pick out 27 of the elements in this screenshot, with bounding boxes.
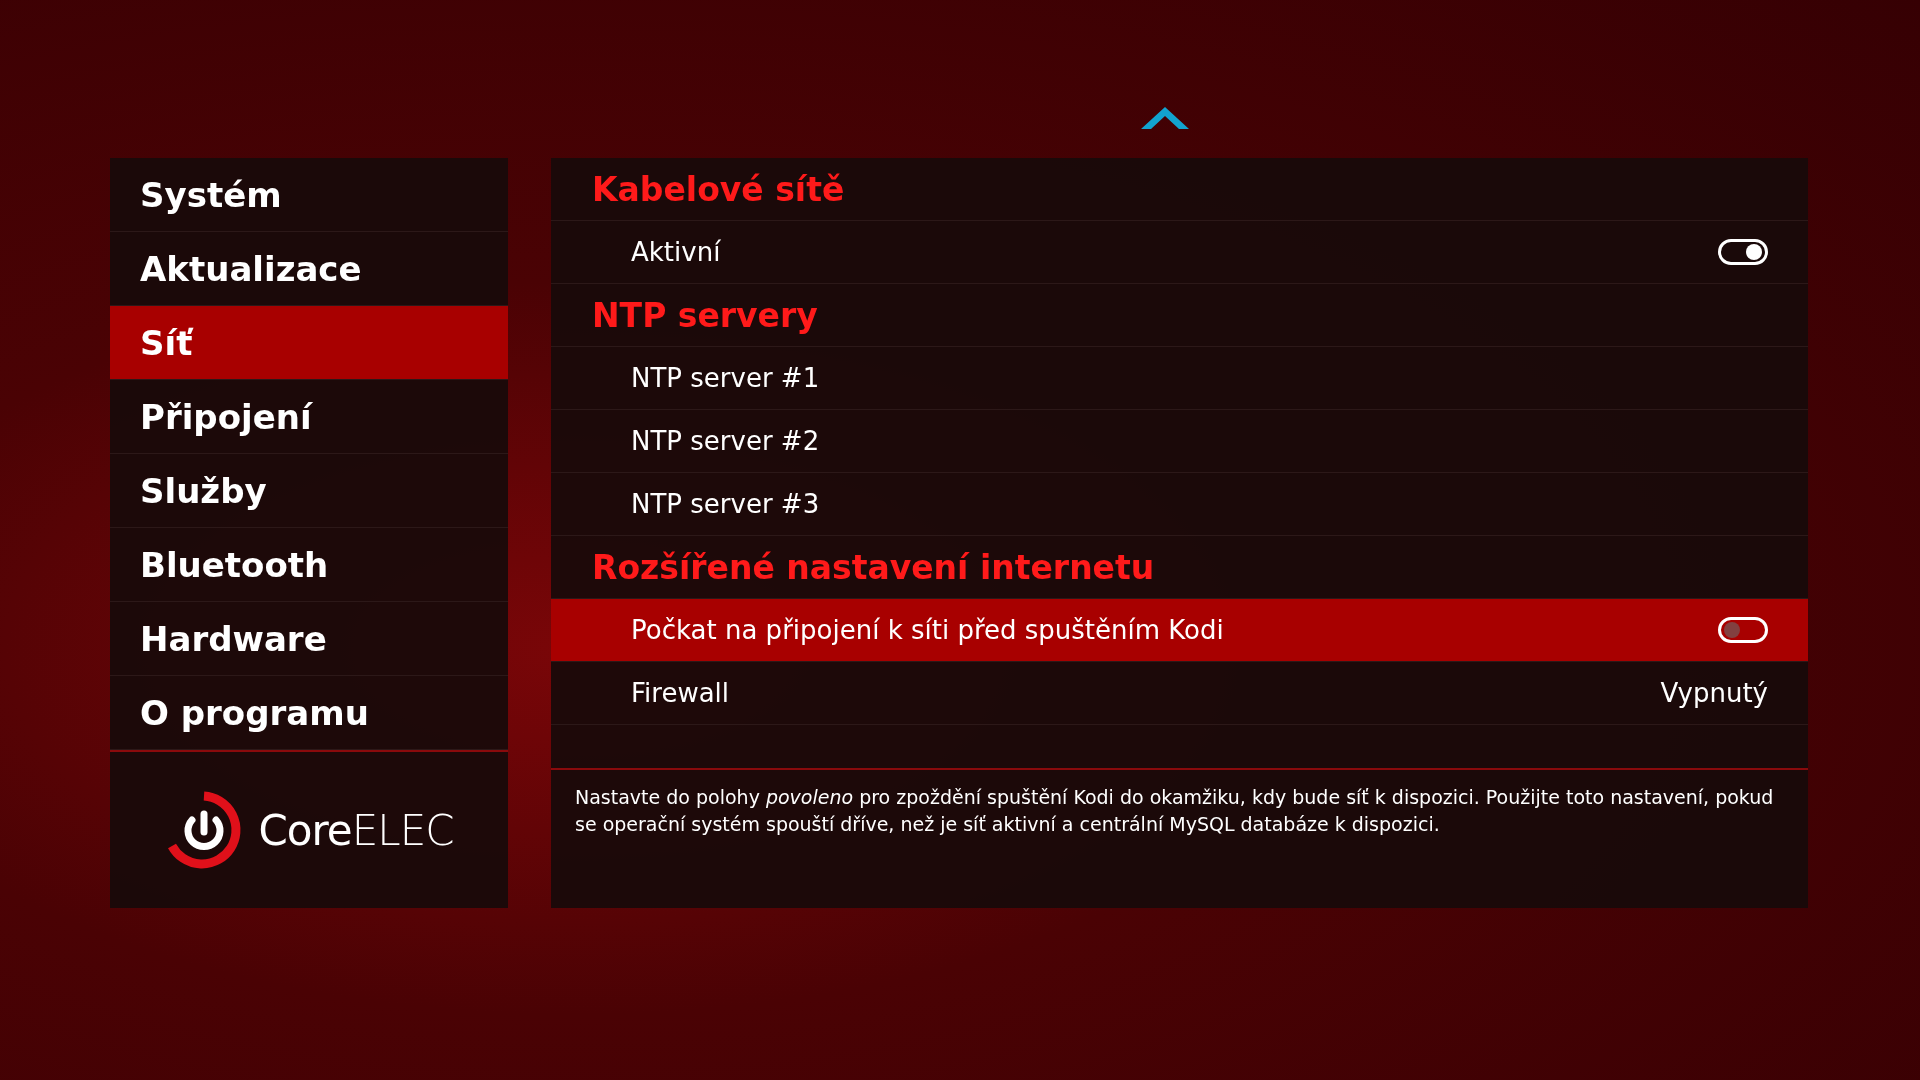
scroll-up-chevron-icon[interactable] bbox=[1141, 107, 1189, 129]
setting-row[interactable]: Aktivní bbox=[551, 221, 1808, 284]
setting-label: NTP server #3 bbox=[631, 489, 820, 519]
section-header: NTP servery bbox=[551, 284, 1808, 347]
setting-row[interactable]: NTP server #2 bbox=[551, 410, 1808, 473]
setting-value: Vypnutý bbox=[1660, 678, 1768, 708]
sidebar-item[interactable]: O programu bbox=[110, 676, 508, 750]
setting-label: Aktivní bbox=[631, 237, 721, 267]
sidebar-item[interactable]: Připojení bbox=[110, 380, 508, 454]
setting-label: Firewall bbox=[631, 678, 730, 708]
setting-label: NTP server #2 bbox=[631, 426, 820, 456]
sidebar-item[interactable]: Služby bbox=[110, 454, 508, 528]
sidebar-item[interactable]: Bluetooth bbox=[110, 528, 508, 602]
section-header: Kabelové sítě bbox=[551, 158, 1808, 221]
setting-label: NTP server #1 bbox=[631, 363, 820, 393]
sidebar-item[interactable]: Síť bbox=[110, 306, 508, 380]
setting-row[interactable]: NTP server #1 bbox=[551, 347, 1808, 410]
toggle-switch[interactable] bbox=[1718, 239, 1768, 265]
setting-label: Počkat na připojení k síti před spuštěním Kodi bbox=[631, 615, 1224, 645]
setting-row[interactable]: Počkat na připojení k síti před spuštěním Kodi bbox=[551, 599, 1808, 662]
setting-description: Nastavte do polohy povoleno pro zpoždění spuštění Kodi do okamžiku, kdy bude síť k dispozici. Použijte toto nastavení, pokud se operační systém spouští dříve, než je síť aktivní a centrální MySQL databáze k dispozici. bbox=[574, 785, 1775, 837]
sidebar-item[interactable]: Systém bbox=[110, 158, 508, 232]
setting-row[interactable]: Firewall Vypnutý bbox=[551, 662, 1808, 725]
sidebar-item[interactable]: Hardware bbox=[110, 602, 508, 676]
logo-text: CoreELEC bbox=[258, 805, 454, 855]
setting-row[interactable]: NTP server #3 bbox=[551, 473, 1808, 536]
toggle-switch[interactable] bbox=[1718, 617, 1768, 643]
